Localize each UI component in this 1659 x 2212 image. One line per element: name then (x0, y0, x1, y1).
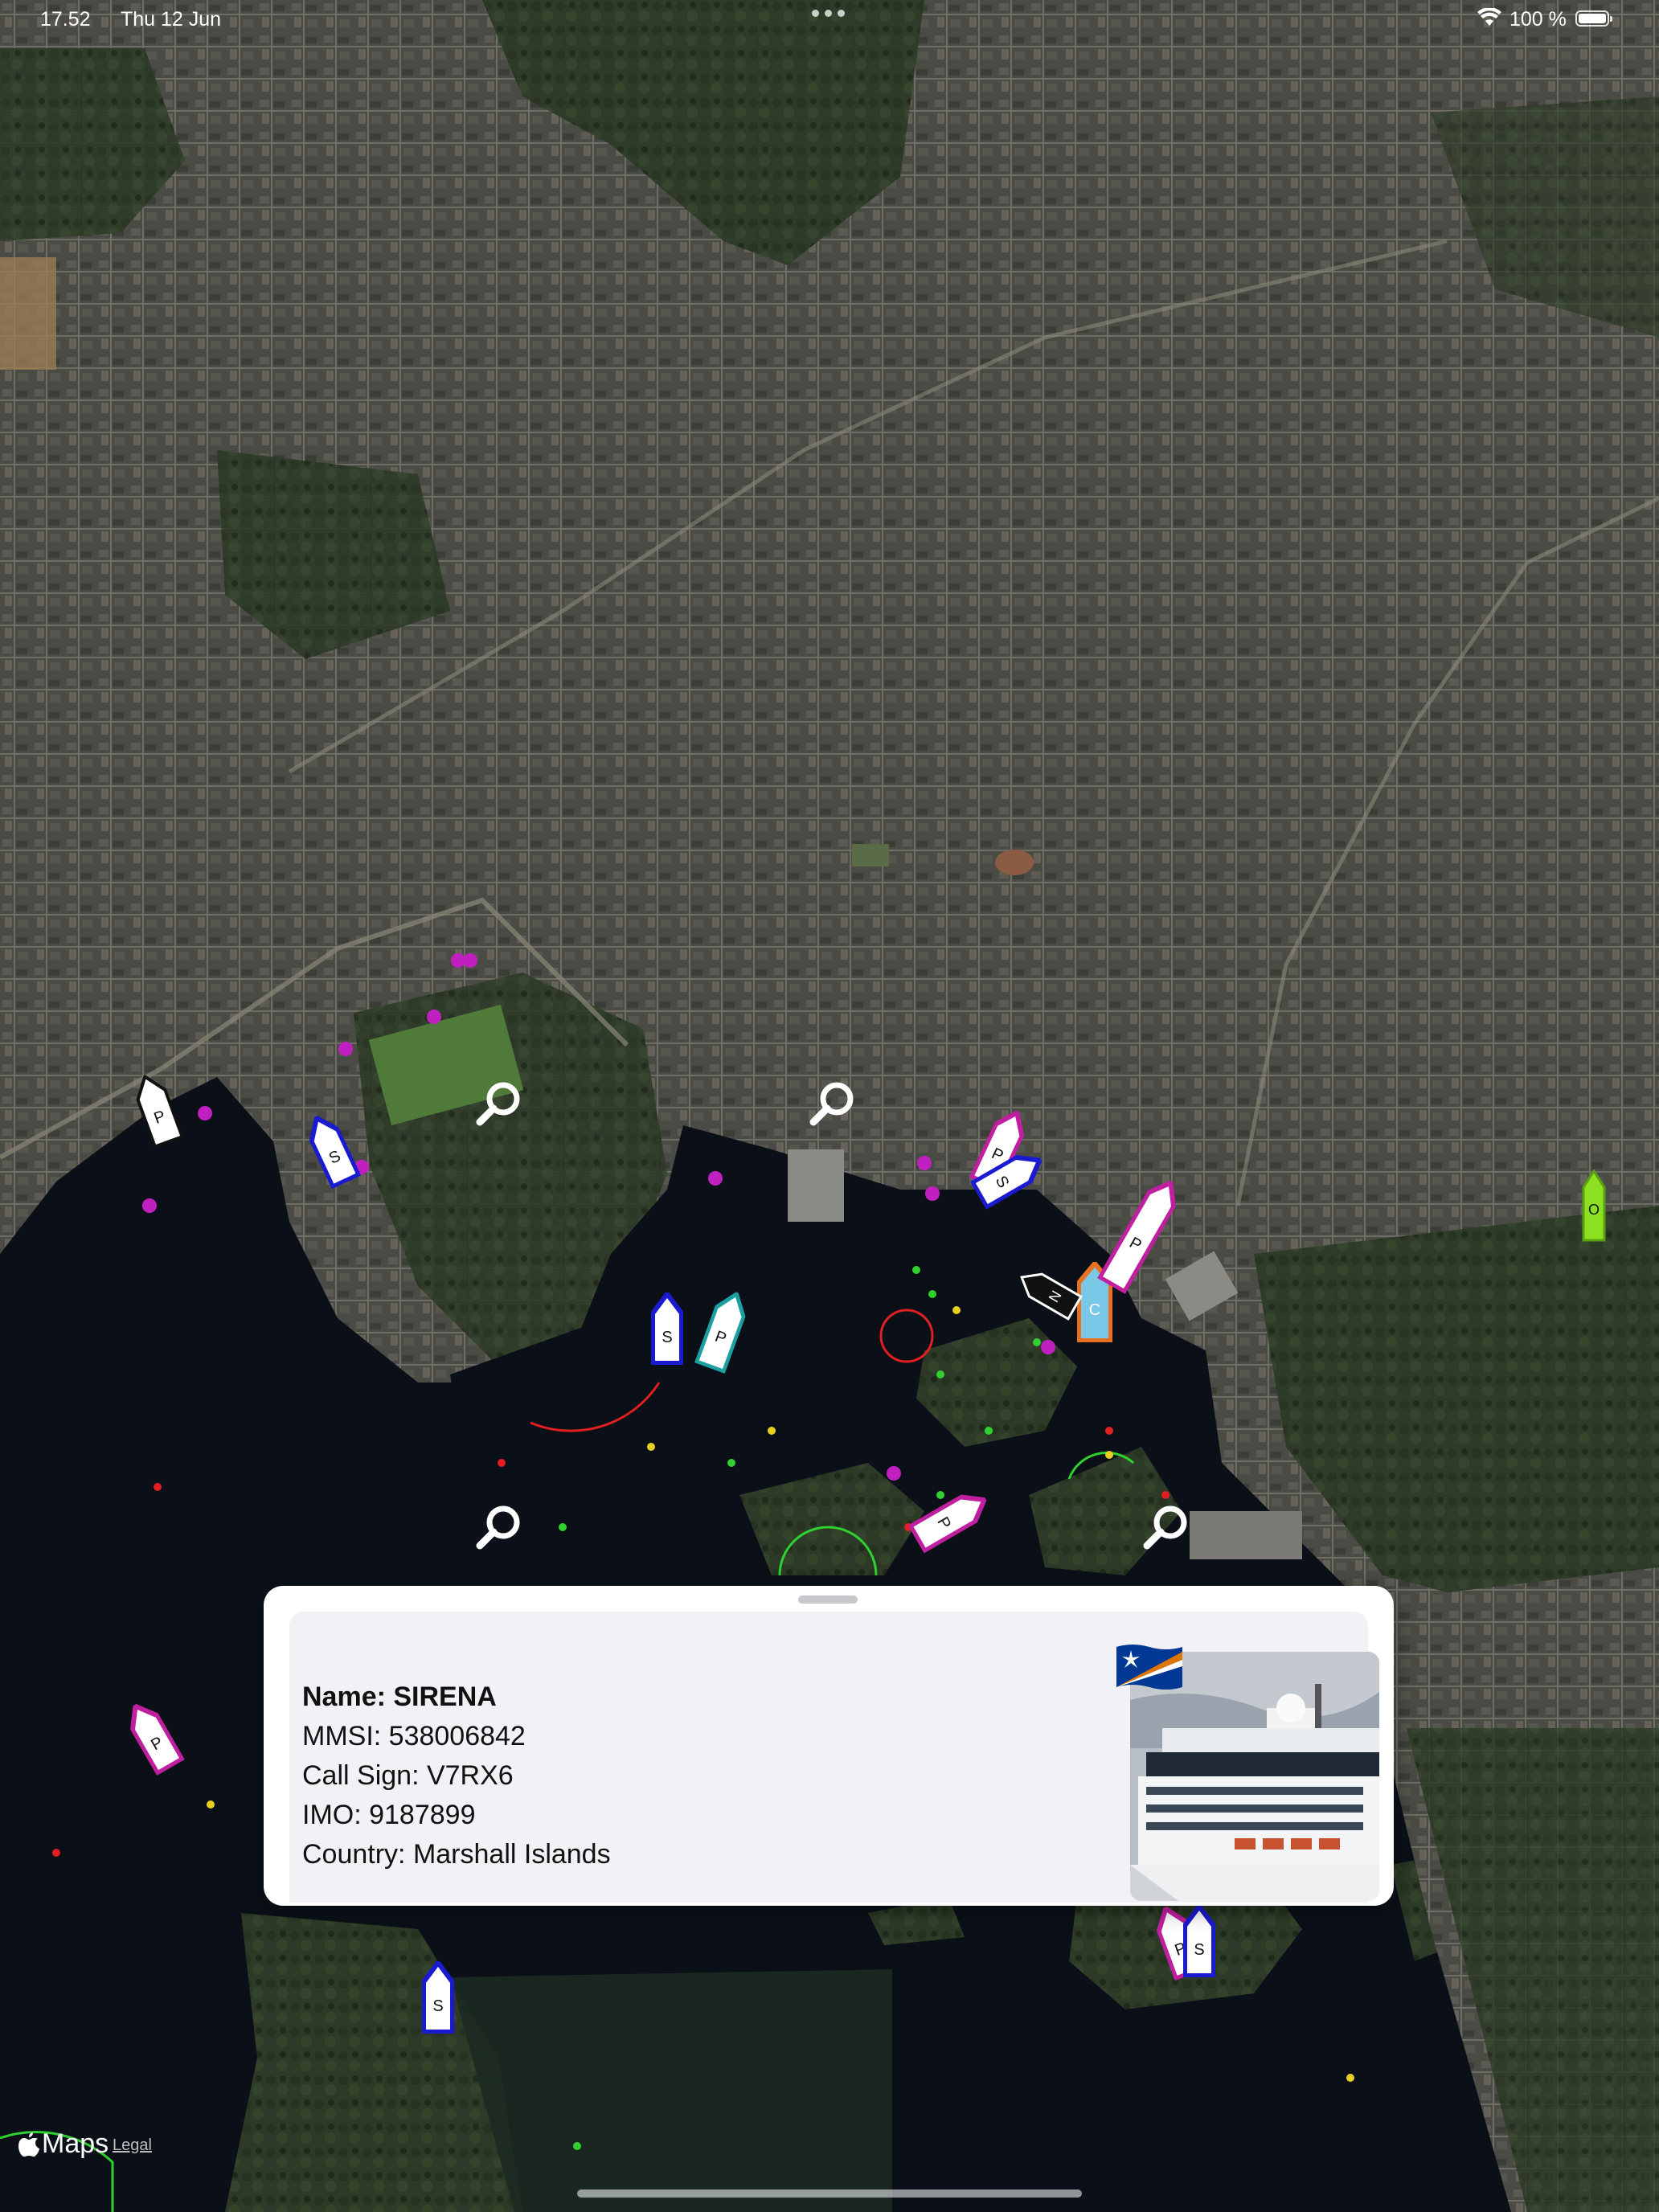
search-marker-icon[interactable] (1141, 1503, 1190, 1551)
marshall-islands-flag-icon (1113, 1641, 1186, 1692)
vessel-country: Country: Marshall Islands (302, 1839, 611, 1870)
multitasking-dots-icon[interactable] (812, 10, 845, 17)
status-time: 17.52 (40, 8, 91, 31)
search-marker-icon[interactable] (808, 1079, 856, 1128)
vessel-label: C (1089, 1301, 1100, 1319)
vessel-details: Name: SIRENA MMSI: 538006842 Call Sign: … (302, 1677, 611, 1874)
vessel-imo: IMO: 9187899 (302, 1800, 476, 1830)
vessel-marker[interactable]: O (1582, 1169, 1606, 1242)
vessel-label: S (662, 1329, 672, 1346)
battery-percentage: 100 % (1509, 8, 1567, 31)
search-marker-icon[interactable] (474, 1503, 522, 1551)
apple-logo-icon (18, 2132, 39, 2157)
vessel-marker[interactable]: S (422, 1961, 454, 2034)
vessel-call-sign: Call Sign: V7RX6 (302, 1760, 514, 1791)
vessel-name: Name: SIRENA (302, 1682, 497, 1712)
vessel-label: S (432, 1997, 443, 2015)
status-date: Thu 12 Jun (121, 8, 222, 31)
apple-maps-logo: Maps (18, 2128, 109, 2160)
vessel-info-sheet[interactable]: Name: SIRENA MMSI: 538006842 Call Sign: … (264, 1586, 1394, 1906)
search-marker-icon[interactable] (474, 1079, 522, 1128)
vessel-info-card: Name: SIRENA MMSI: 538006842 Call Sign: … (289, 1612, 1379, 1903)
wifi-icon (1477, 7, 1501, 33)
maps-app-name: Maps (42, 2128, 109, 2159)
vessel-label: S (1194, 1941, 1204, 1959)
sheet-grabber-handle[interactable] (798, 1596, 858, 1604)
battery-icon (1575, 10, 1612, 27)
legal-link[interactable]: Legal (113, 2136, 152, 2155)
vessel-marker[interactable]: S (651, 1292, 683, 1365)
vessel-marker[interactable]: S (1183, 1905, 1215, 1977)
status-bar: 17.52 Thu 12 Jun 100 % (0, 0, 1659, 39)
home-indicator[interactable] (577, 2189, 1082, 2198)
vessel-label: O (1588, 1202, 1600, 1218)
vessel-mmsi: MMSI: 538006842 (302, 1721, 526, 1751)
